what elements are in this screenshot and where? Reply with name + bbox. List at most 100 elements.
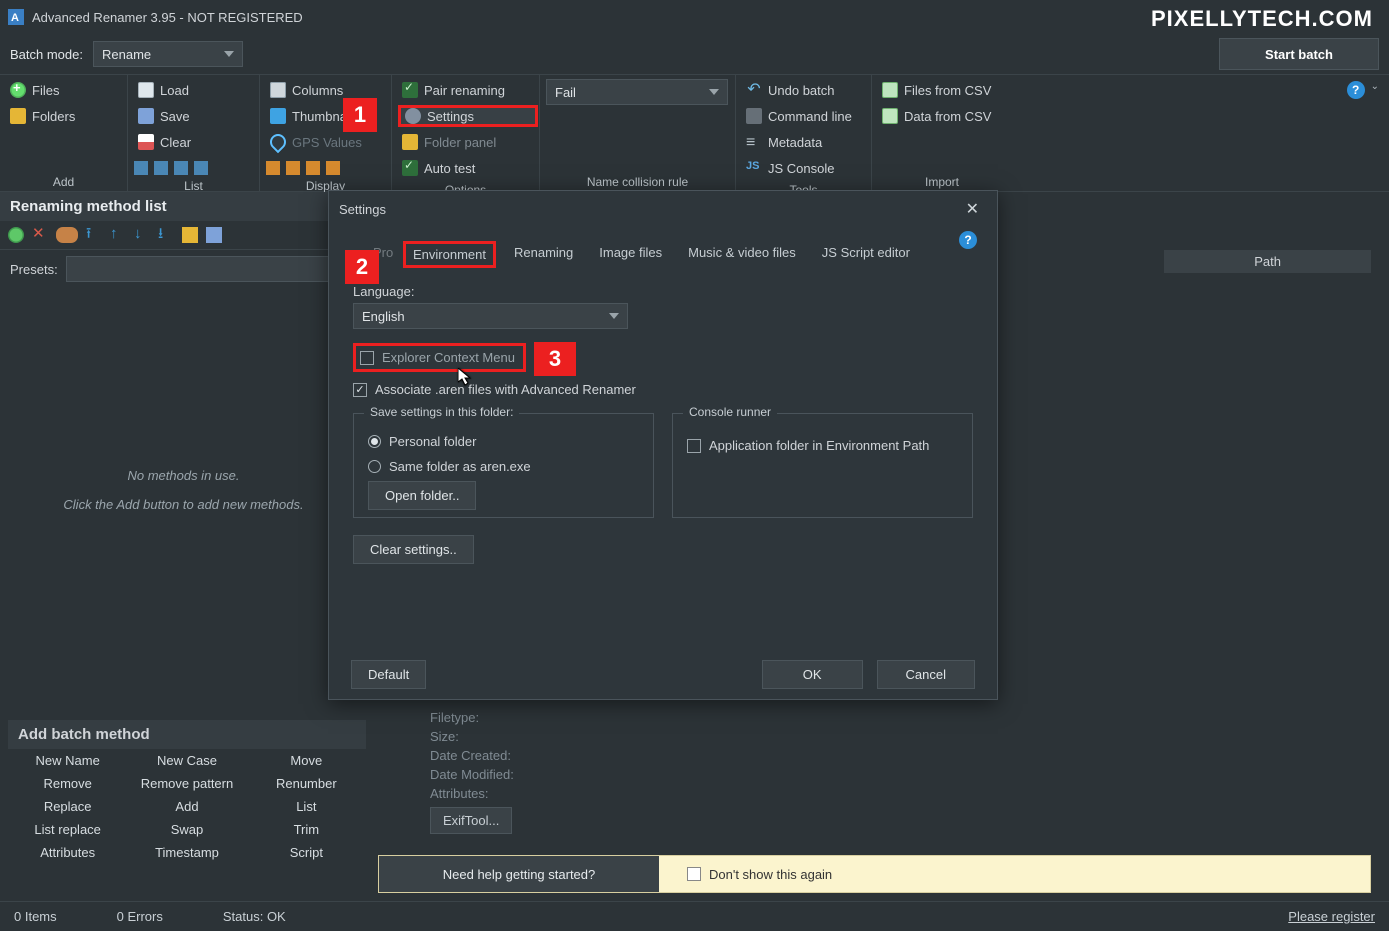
path-column-header[interactable]: Path xyxy=(1164,250,1371,273)
ribbon-group-add: Files Folders Add xyxy=(0,75,128,191)
explorer-context-checkbox[interactable] xyxy=(360,351,374,365)
exiftool-button[interactable]: ExifTool... xyxy=(430,807,512,834)
add-batch-item[interactable]: Remove pattern xyxy=(127,772,246,795)
import-data-csv-button[interactable]: Data from CSV xyxy=(878,105,1006,127)
add-batch-item[interactable]: Trim xyxy=(247,818,366,841)
dont-show-row[interactable]: Don't show this again xyxy=(687,867,832,882)
radio-same-folder[interactable] xyxy=(368,460,381,473)
methods-save-button[interactable] xyxy=(206,227,222,243)
import-files-csv-button[interactable]: Files from CSV xyxy=(878,79,1006,101)
status-text: Status: OK xyxy=(223,909,286,924)
list-arrows[interactable] xyxy=(134,161,253,175)
methods-bottom-button[interactable]: ⭳ xyxy=(158,227,174,243)
add-batch-item[interactable]: New Name xyxy=(8,749,127,772)
associate-aren-row[interactable]: Associate .aren files with Advanced Rena… xyxy=(353,382,973,397)
js-icon: JS xyxy=(746,160,762,176)
console-runner-group: Console runner Application folder in Env… xyxy=(672,413,973,518)
tab-js[interactable]: JS Script editor xyxy=(814,241,918,268)
language-select[interactable]: English xyxy=(353,303,628,329)
fi-filetype: Filetype: xyxy=(430,708,514,727)
app-folder-path-checkbox[interactable] xyxy=(687,439,701,453)
methods-toolbar: ✕ ⭱ ↑ ↓ ⭳ xyxy=(0,221,367,250)
start-batch-button[interactable]: Start batch xyxy=(1219,38,1379,70)
add-batch-item[interactable]: Attributes xyxy=(8,841,127,864)
options-settings-button[interactable]: Settings xyxy=(398,105,538,127)
csv-icon xyxy=(882,82,898,98)
list-load-button[interactable]: Load xyxy=(134,79,253,101)
ribbon-collapse-button[interactable]: ⌄ xyxy=(1371,81,1379,92)
methods-down-button[interactable]: ↓ xyxy=(134,227,150,243)
default-button[interactable]: Default xyxy=(351,660,426,689)
add-batch-item[interactable]: Renumber xyxy=(247,772,366,795)
tools-js-button[interactable]: JSJS Console xyxy=(742,157,865,179)
add-batch-item[interactable]: Add xyxy=(127,795,246,818)
presets-label: Presets: xyxy=(10,262,58,277)
please-register-link[interactable]: Please register xyxy=(1288,909,1375,924)
methods-up-button[interactable]: ↑ xyxy=(110,227,126,243)
batch-mode-select[interactable]: Rename xyxy=(93,41,243,67)
dont-show-checkbox[interactable] xyxy=(687,867,701,881)
add-batch-item[interactable]: Timestamp xyxy=(127,841,246,864)
list-clear-button[interactable]: Clear xyxy=(134,131,253,153)
help-icon[interactable]: ? xyxy=(1347,81,1365,99)
help-getting-started-button[interactable]: Need help getting started? xyxy=(379,856,659,892)
app-folder-path-row[interactable]: Application folder in Environment Path xyxy=(687,438,958,453)
tools-cmd-button[interactable]: Command line xyxy=(742,105,865,127)
group-title-add: Add xyxy=(6,171,121,189)
add-batch-item[interactable]: Remove xyxy=(8,772,127,795)
methods-top-button[interactable]: ⭱ xyxy=(86,227,102,243)
batch-mode-label: Batch mode: xyxy=(10,47,83,62)
ribbon-group-import: Files from CSV Data from CSV Import xyxy=(872,75,1012,191)
methods-toggle-button[interactable] xyxy=(56,227,78,243)
chevron-down-icon xyxy=(709,89,719,95)
methods-none-text: No methods in use. xyxy=(127,468,239,483)
display-grid-icons[interactable] xyxy=(266,161,385,175)
add-batch-item[interactable]: Replace xyxy=(8,795,127,818)
methods-delete-button[interactable]: ✕ xyxy=(32,227,48,243)
metadata-icon xyxy=(746,134,762,150)
add-batch-item[interactable]: Move xyxy=(247,749,366,772)
add-batch-item[interactable]: List replace xyxy=(8,818,127,841)
add-batch-item[interactable]: List xyxy=(247,795,366,818)
associate-aren-label: Associate .aren files with Advanced Rena… xyxy=(375,382,636,397)
add-files-button[interactable]: Files xyxy=(6,79,121,101)
radio-personal-row[interactable]: Personal folder xyxy=(368,434,639,449)
presets-select[interactable] xyxy=(66,256,357,282)
cancel-button[interactable]: Cancel xyxy=(877,660,975,689)
help-bar: Need help getting started? Don't show th… xyxy=(378,855,1371,893)
add-batch-item[interactable]: Swap xyxy=(127,818,246,841)
methods-open-button[interactable] xyxy=(182,227,198,243)
collision-select[interactable]: Fail xyxy=(546,79,728,105)
options-folder-panel-button[interactable]: Folder panel xyxy=(398,131,538,153)
explorer-context-row[interactable]: Explorer Context Menu xyxy=(353,343,526,372)
columns-icon xyxy=(270,82,286,98)
tools-undo-button[interactable]: Undo batch xyxy=(742,79,865,101)
language-label: Language: xyxy=(353,284,973,299)
open-folder-button[interactable]: Open folder.. xyxy=(368,481,476,510)
add-batch-item[interactable]: Script xyxy=(247,841,366,864)
add-batch-item[interactable]: New Case xyxy=(127,749,246,772)
clear-settings-button[interactable]: Clear settings.. xyxy=(353,535,474,564)
folder-icon xyxy=(402,134,418,150)
tab-environment[interactable]: Environment xyxy=(403,241,496,268)
add-folders-button[interactable]: Folders xyxy=(6,105,121,127)
explorer-context-label: Explorer Context Menu xyxy=(382,350,515,365)
gps-icon xyxy=(267,131,290,154)
mouse-cursor xyxy=(458,368,472,389)
tools-metadata-button[interactable]: Metadata xyxy=(742,131,865,153)
options-autotest-button[interactable]: Auto test xyxy=(398,157,538,179)
dialog-close-button[interactable]: ✕ xyxy=(958,199,987,219)
radio-personal[interactable] xyxy=(368,435,381,448)
methods-add-button[interactable] xyxy=(8,227,24,243)
radio-samefolder-row[interactable]: Same folder as aren.exe xyxy=(368,459,639,474)
tab-renaming[interactable]: Renaming xyxy=(506,241,581,268)
options-pair-button[interactable]: Pair renaming xyxy=(398,79,538,101)
display-gps-button[interactable]: GPS Values xyxy=(266,131,385,153)
associate-aren-checkbox[interactable] xyxy=(353,383,367,397)
ok-button[interactable]: OK xyxy=(762,660,863,689)
dialog-buttons: Default OK Cancel xyxy=(329,650,997,699)
dialog-tabs: Program Environment Renaming Image files… xyxy=(329,227,997,272)
list-save-button[interactable]: Save xyxy=(134,105,253,127)
tab-image[interactable]: Image files xyxy=(591,241,670,268)
tab-media[interactable]: Music & video files xyxy=(680,241,804,268)
